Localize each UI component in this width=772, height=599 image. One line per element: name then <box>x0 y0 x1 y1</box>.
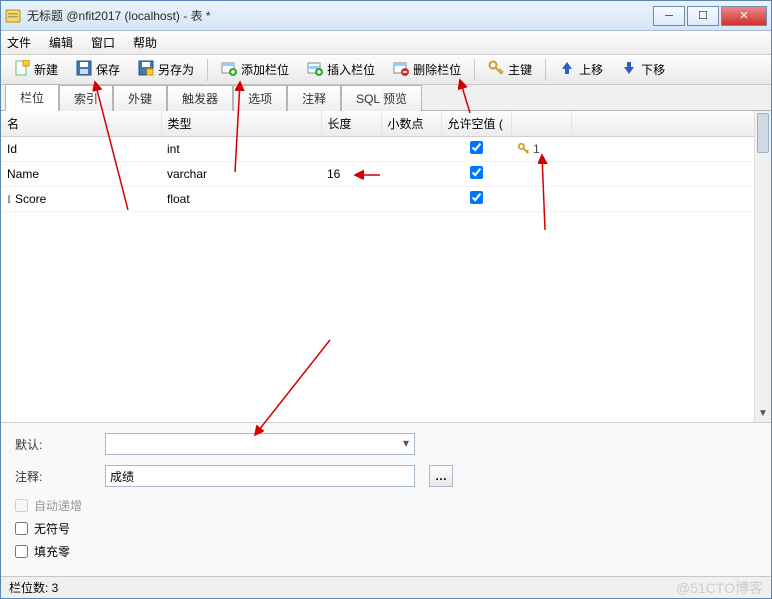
zerofill-row[interactable]: 填充零 <box>15 543 757 560</box>
cell-pk[interactable]: 1 <box>511 137 571 162</box>
allownull-checkbox[interactable] <box>470 191 483 204</box>
toolbar-separator <box>207 59 208 81</box>
watermark: @51CTO博客 <box>676 578 763 598</box>
field-properties: 默认: 注释: … 自动递增 无符号 填充零 <box>1 423 771 576</box>
primarykey-button[interactable]: 主键 <box>481 58 539 82</box>
cell-pk[interactable] <box>511 162 571 187</box>
cell-length[interactable] <box>321 187 381 212</box>
allownull-checkbox[interactable] <box>470 141 483 154</box>
cell-decimals[interactable] <box>381 162 441 187</box>
movedown-button[interactable]: 下移 <box>614 58 672 82</box>
comment-input[interactable] <box>105 465 415 487</box>
moveup-button[interactable]: 上移 <box>552 58 610 82</box>
maximize-button[interactable]: ☐ <box>687 6 719 26</box>
status-fieldcount: 栏位数: 3 <box>9 579 58 596</box>
new-icon <box>14 60 30 79</box>
toolbar-separator <box>545 59 546 81</box>
tab-fields[interactable]: 栏位 <box>5 84 59 111</box>
cell-name[interactable]: Id <box>1 137 161 162</box>
window-title: 无标题 @nfit2017 (localhost) - 表 * <box>27 7 653 24</box>
addfield-icon <box>221 60 237 79</box>
allownull-checkbox[interactable] <box>470 166 483 179</box>
cell-length[interactable]: 16 <box>321 162 381 187</box>
status-bar: 栏位数: 3 @51CTO博客 <box>1 576 771 598</box>
content-area: 名 类型 长度 小数点 允许空值 ( Id int 1 <box>1 111 771 576</box>
table-row[interactable]: Name varchar 16 <box>1 162 771 187</box>
col-name[interactable]: 名 <box>1 111 161 137</box>
new-button[interactable]: 新建 <box>7 58 65 82</box>
cell-name[interactable]: Name <box>1 162 161 187</box>
save-button[interactable]: 保存 <box>69 58 127 82</box>
tab-foreignkeys[interactable]: 外键 <box>113 85 167 111</box>
app-window: 无标题 @nfit2017 (localhost) - 表 * ─ ☐ ✕ 文件… <box>0 0 772 599</box>
app-icon <box>5 8 21 24</box>
menu-bar: 文件 编辑 窗口 帮助 <box>1 31 771 55</box>
tab-strip: 栏位 索引 外键 触发器 选项 注释 SQL 预览 <box>1 85 771 111</box>
cell-decimals[interactable] <box>381 137 441 162</box>
insertfield-icon <box>307 60 323 79</box>
saveas-icon <box>138 60 154 79</box>
title-bar: 无标题 @nfit2017 (localhost) - 表 * ─ ☐ ✕ <box>1 1 771 31</box>
tab-triggers[interactable]: 触发器 <box>167 85 233 111</box>
toolbar: 新建 保存 另存为 添加栏位 插入栏位 删除栏位 主键 上移 下移 <box>1 55 771 85</box>
cell-type[interactable]: int <box>161 137 321 162</box>
cell-allownull[interactable] <box>441 137 511 162</box>
saveas-button[interactable]: 另存为 <box>131 58 201 82</box>
fields-grid[interactable]: 名 类型 长度 小数点 允许空值 ( Id int 1 <box>1 111 771 212</box>
cell-decimals[interactable] <box>381 187 441 212</box>
col-type[interactable]: 类型 <box>161 111 321 137</box>
window-buttons: ─ ☐ ✕ <box>653 6 767 26</box>
tab-comment[interactable]: 注释 <box>287 85 341 111</box>
cell-allownull[interactable] <box>441 162 511 187</box>
arrow-up-icon <box>559 60 575 79</box>
cell-length[interactable] <box>321 137 381 162</box>
toolbar-separator <box>474 59 475 81</box>
grid-header-row: 名 类型 长度 小数点 允许空值 ( <box>1 111 771 137</box>
deletefield-icon <box>393 60 409 79</box>
minimize-button[interactable]: ─ <box>653 6 685 26</box>
unsigned-row[interactable]: 无符号 <box>15 520 757 537</box>
cell-allownull[interactable] <box>441 187 511 212</box>
deletefield-button[interactable]: 删除栏位 <box>386 58 468 82</box>
menu-edit[interactable]: 编辑 <box>49 34 73 51</box>
unsigned-checkbox[interactable] <box>15 522 28 535</box>
col-decimals[interactable]: 小数点 <box>381 111 441 137</box>
key-icon <box>488 60 504 79</box>
addfield-button[interactable]: 添加栏位 <box>214 58 296 82</box>
key-icon <box>517 142 531 156</box>
save-icon <box>76 60 92 79</box>
tab-options[interactable]: 选项 <box>233 85 287 111</box>
table-row[interactable]: Id int 1 <box>1 137 771 162</box>
cell-type[interactable]: varchar <box>161 162 321 187</box>
insertfield-button[interactable]: 插入栏位 <box>300 58 382 82</box>
fields-grid-wrap: 名 类型 长度 小数点 允许空值 ( Id int 1 <box>1 111 771 423</box>
vertical-scrollbar[interactable]: ▲ ▼ <box>754 111 771 422</box>
cell-type[interactable]: float <box>161 187 321 212</box>
close-button[interactable]: ✕ <box>721 6 767 26</box>
scroll-thumb[interactable] <box>757 113 769 153</box>
zerofill-checkbox[interactable] <box>15 545 28 558</box>
cell-name[interactable]: Score <box>1 187 161 212</box>
comment-more-button[interactable]: … <box>429 465 453 487</box>
comment-label: 注释: <box>15 468 95 485</box>
menu-window[interactable]: 窗口 <box>91 34 115 51</box>
tab-sqlpreview[interactable]: SQL 预览 <box>341 85 422 111</box>
default-label: 默认: <box>15 436 95 453</box>
arrow-down-icon <box>621 60 637 79</box>
scroll-down-icon[interactable]: ▼ <box>755 405 771 422</box>
tab-indexes[interactable]: 索引 <box>59 85 113 111</box>
col-key[interactable] <box>511 111 571 137</box>
cell-pk[interactable] <box>511 187 571 212</box>
menu-help[interactable]: 帮助 <box>133 34 157 51</box>
menu-file[interactable]: 文件 <box>7 34 31 51</box>
autoinc-checkbox <box>15 499 28 512</box>
col-allownull[interactable]: 允许空值 ( <box>441 111 511 137</box>
table-row[interactable]: Score float <box>1 187 771 212</box>
col-length[interactable]: 长度 <box>321 111 381 137</box>
autoinc-row: 自动递增 <box>15 497 757 514</box>
default-select[interactable] <box>105 433 415 455</box>
